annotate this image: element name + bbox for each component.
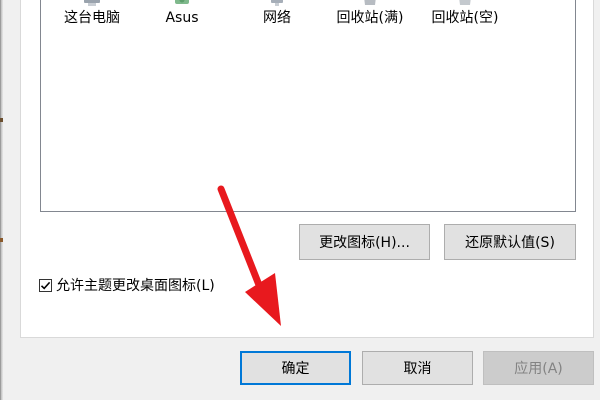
desktop-icon-user-folder[interactable]: Asus [137,0,227,33]
computer-icon [76,0,108,7]
ok-button[interactable]: 确定 [240,351,351,385]
restore-default-button[interactable]: 还原默认值(S) [444,224,576,260]
desktop-icon-label: 回收站(空) [431,10,499,26]
desktop-icon-network[interactable]: 网络 [232,0,322,33]
window-left-edge [0,0,3,400]
user-folder-icon [166,0,198,7]
desktop-icon-label: Asus [165,10,199,26]
checkmark-icon [40,281,51,290]
allow-themes-checkbox[interactable] [39,278,52,292]
network-icon [261,0,293,7]
desktop-icon-list: 这台电脑 Asus 网络 回收站(满) 回收站(空) [40,0,576,212]
apply-button: 应用(A) [483,351,594,385]
allow-themes-label: 允许主题更改桌面图标(L) [56,278,215,294]
allow-themes-checkbox-row[interactable]: 允许主题更改桌面图标(L) [39,275,215,295]
recycle-bin-full-icon [354,0,386,7]
desktop-icon-this-pc[interactable]: 这台电脑 [47,0,137,33]
desktop-icon-recycle-bin-empty[interactable]: 回收站(空) [420,0,510,33]
cancel-button[interactable]: 取消 [362,351,473,385]
recycle-bin-empty-icon [449,0,481,7]
desktop-icon-label: 网络 [263,10,291,26]
desktop-icon-label: 这台电脑 [64,10,120,26]
desktop-icon-label: 回收站(满) [336,10,404,26]
desktop-icon-recycle-bin-full[interactable]: 回收站(满) [325,0,415,33]
change-icon-button[interactable]: 更改图标(H)... [299,224,430,260]
